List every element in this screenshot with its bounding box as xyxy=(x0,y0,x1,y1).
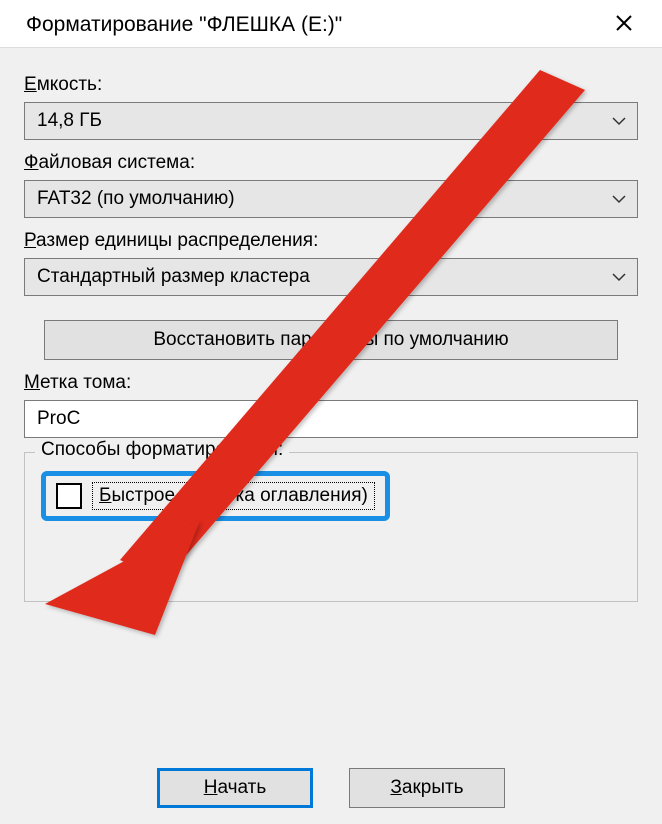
capacity-value: 14,8 ГБ xyxy=(37,110,102,132)
capacity-label: Емкость: xyxy=(24,74,638,96)
quick-format-highlight: Быстрое (очистка оглавления) xyxy=(41,471,390,521)
format-options-group: Способы форматирования: Быстрое (очистка… xyxy=(24,452,638,602)
chevron-down-icon xyxy=(611,116,627,126)
quick-format-label: Быстрое (очистка оглавления) xyxy=(99,485,368,507)
filesystem-dropdown[interactable]: FAT32 (по умолчанию) xyxy=(24,180,638,218)
dialog-footer: Начать Закрыть xyxy=(0,768,662,808)
allocation-dropdown[interactable]: Стандартный размер кластера xyxy=(24,258,638,296)
window-title: Форматирование "ФЛЕШКА (E:)" xyxy=(26,13,342,37)
filesystem-value: FAT32 (по умолчанию) xyxy=(37,188,235,210)
chevron-down-icon xyxy=(611,272,627,282)
volume-label-label: Метка тома: xyxy=(24,372,638,394)
titlebar: Форматирование "ФЛЕШКА (E:)" xyxy=(0,0,662,48)
format-options-legend: Способы форматирования: xyxy=(35,439,289,461)
chevron-down-icon xyxy=(611,194,627,204)
volume-label-input[interactable] xyxy=(24,400,638,438)
allocation-label: Размер единицы распределения: xyxy=(24,230,638,252)
quick-format-checkbox[interactable] xyxy=(56,483,82,509)
capacity-dropdown[interactable]: 14,8 ГБ xyxy=(24,102,638,140)
start-button[interactable]: Начать xyxy=(157,768,313,808)
restore-defaults-button[interactable]: Восстановить параметры по умолчанию xyxy=(44,320,618,360)
dialog-body: Емкость: 14,8 ГБ Файловая система: FAT32… xyxy=(0,48,662,612)
format-dialog: Форматирование "ФЛЕШКА (E:)" Емкость: 14… xyxy=(0,0,662,824)
start-button-label: Начать xyxy=(204,777,267,799)
close-icon xyxy=(615,14,633,36)
allocation-value: Стандартный размер кластера xyxy=(37,266,310,288)
close-button-label: Закрыть xyxy=(390,777,463,799)
filesystem-label: Файловая система: xyxy=(24,152,638,174)
quick-format-focus: Быстрое (очистка оглавления) xyxy=(92,482,375,510)
close-button[interactable]: Закрыть xyxy=(349,768,505,808)
restore-defaults-label: Восстановить параметры по умолчанию xyxy=(153,329,508,351)
close-window-button[interactable] xyxy=(604,7,644,43)
